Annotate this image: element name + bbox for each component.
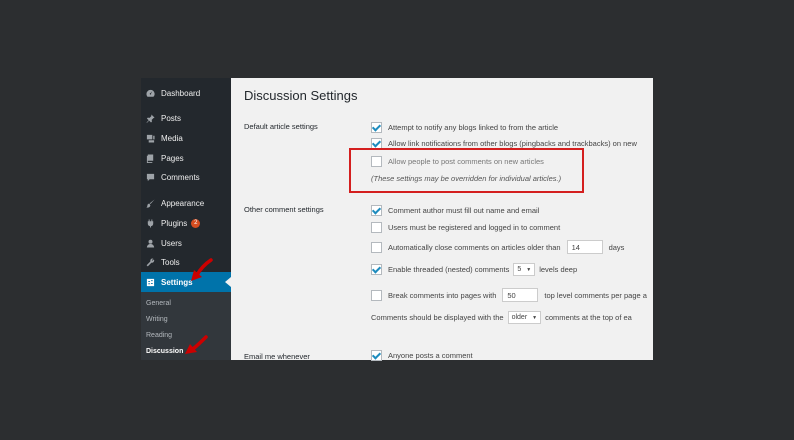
auto-close-days-input[interactable]: 14 (566, 240, 603, 254)
chevron-down-icon: ▼ (526, 266, 532, 273)
section-label-email-me: Email me whenever (244, 352, 310, 360)
option-label: Users must be registered and logged in t… (388, 223, 561, 232)
option-label: Allow link notifications from other blog… (388, 139, 637, 148)
sidebar-item-label: Media (161, 133, 183, 143)
select-value: 5 (517, 266, 522, 273)
option-label: Attempt to notify any blogs linked to fr… (388, 123, 559, 132)
submenu-item-discussion[interactable]: Discussion (146, 348, 183, 355)
submenu-item-reading[interactable]: Reading (146, 332, 172, 339)
notify-blogs-checkbox[interactable] (371, 122, 382, 133)
break-pages-checkbox[interactable] (371, 289, 382, 301)
sidebar-item-label: Dashboard (161, 88, 201, 98)
option-suffix: comments at the top of ea (545, 313, 632, 322)
option-threaded[interactable]: Enable threaded (nested) comments 5 ▼ lev… (371, 263, 577, 276)
sidebar-item-label: Comments (161, 172, 200, 182)
option-auto-close[interactable]: Automatically close comments on articles… (371, 240, 624, 254)
option-label: Enable threaded (nested) comments (388, 265, 510, 274)
sidebar-item-label: Appearance (161, 198, 205, 208)
red-highlight-box (349, 148, 584, 193)
option-notify-blogs[interactable]: Attempt to notify any blogs linked to fr… (371, 122, 558, 133)
option-suffix: days (608, 242, 625, 252)
admin-sidebar: Dashboard Posts Media Pages Comments App… (141, 78, 231, 360)
settings-icon (145, 277, 155, 287)
pages-icon (145, 153, 155, 163)
brush-icon (145, 198, 155, 208)
auto-close-checkbox[interactable] (371, 241, 382, 253)
option-label: Automatically close comments on articles… (388, 242, 561, 252)
chevron-down-icon: ▼ (532, 314, 538, 321)
option-anyone-posts[interactable]: Anyone posts a comment (371, 350, 473, 361)
plug-icon (145, 218, 155, 228)
dashboard-icon (145, 88, 155, 98)
media-icon (145, 133, 155, 143)
break-count-input[interactable]: 50 (502, 288, 539, 302)
threaded-checkbox[interactable] (371, 264, 382, 275)
submenu-item-general[interactable]: General (146, 300, 171, 307)
page-title: Discussion Settings (244, 88, 358, 103)
plugins-update-badge: 2 (191, 218, 201, 228)
sidebar-item-label: Pages (161, 153, 184, 163)
section-label-other-comment: Other comment settings (244, 205, 324, 214)
sidebar-item-label: Users (161, 238, 182, 248)
red-arrow-icon (185, 335, 208, 354)
pin-icon (145, 113, 155, 123)
sidebar-item-label: Posts (161, 113, 182, 123)
option-break-pages[interactable]: Break comments into pages with 50 top le… (371, 288, 653, 302)
option-display-order[interactable]: Comments should be displayed with the ol… (371, 311, 653, 324)
section-label-default-article: Default article settings (244, 122, 318, 131)
sidebar-item-dashboard[interactable]: Dashboard (141, 83, 231, 103)
option-label: Anyone posts a comment (388, 351, 473, 360)
sidebar-item-appearance[interactable]: Appearance (141, 193, 231, 213)
user-icon (145, 238, 155, 248)
wrench-icon (145, 257, 155, 267)
sidebar-item-pages[interactable]: Pages (141, 148, 231, 168)
registered-checkbox[interactable] (371, 222, 382, 233)
author-fill-checkbox[interactable] (371, 205, 382, 216)
sidebar-item-posts[interactable]: Posts (141, 108, 231, 128)
option-suffix: top level comments per page a (544, 290, 647, 300)
option-label: Comment author must fill out name and em… (388, 206, 540, 215)
red-arrow-icon (191, 258, 213, 281)
sidebar-item-label: Plugins (161, 218, 188, 228)
comments-icon (145, 172, 155, 182)
sidebar-item-plugins[interactable]: Plugins 2 (141, 213, 231, 233)
option-author-fill[interactable]: Comment author must fill out name and em… (371, 205, 539, 216)
submenu-item-writing[interactable]: Writing (146, 316, 168, 323)
threaded-levels-select[interactable]: 5 ▼ (513, 263, 536, 276)
sidebar-item-comments[interactable]: Comments (141, 167, 231, 187)
anyone-posts-checkbox[interactable] (371, 350, 382, 361)
option-label: Break comments into pages with (388, 290, 497, 300)
option-registered[interactable]: Users must be registered and logged in t… (371, 222, 560, 233)
select-value: older (511, 314, 528, 321)
sidebar-item-users[interactable]: Users (141, 233, 231, 253)
option-label: Comments should be displayed with the (371, 313, 504, 322)
display-order-select[interactable]: older ▼ (507, 311, 542, 324)
option-suffix: levels deep (539, 265, 578, 274)
sidebar-item-label: Tools (161, 257, 180, 267)
sidebar-item-media[interactable]: Media (141, 128, 231, 148)
